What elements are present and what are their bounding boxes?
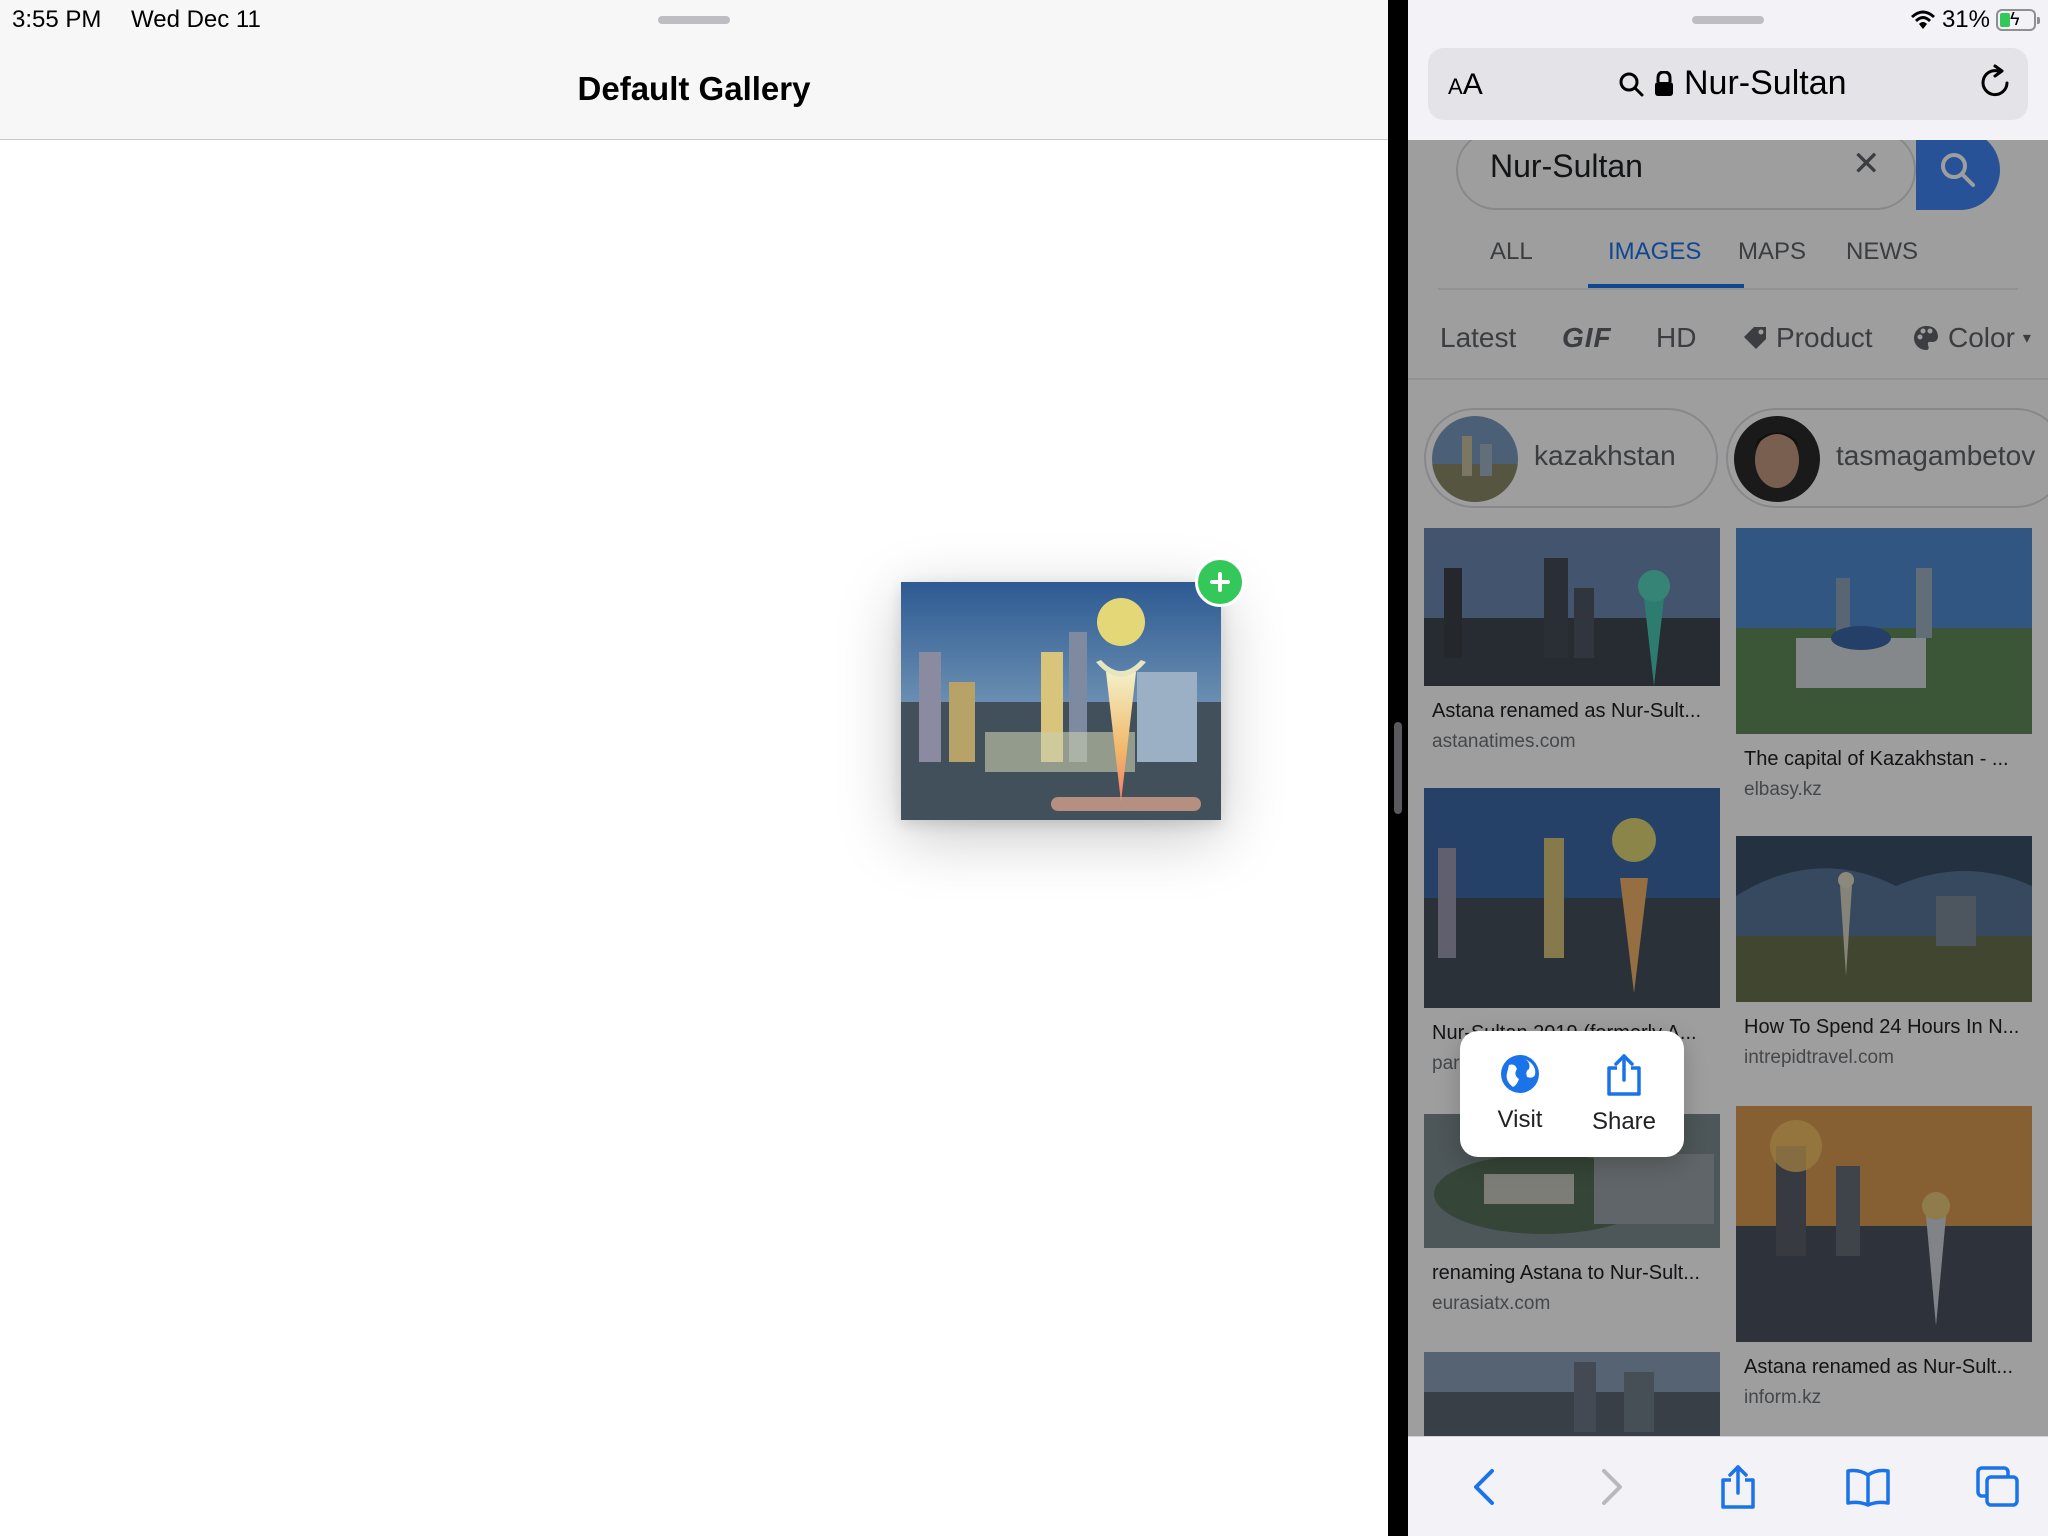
lock-icon — [1655, 70, 1673, 96]
context-popup: Visit Share — [1460, 1031, 1684, 1157]
safari-top-bar: 31% ϟ AA Nur-Sultan — [1408, 0, 2048, 140]
wifi-icon — [1910, 10, 1935, 29]
search-icon — [1619, 72, 1644, 96]
text-size-button[interactable]: AA — [1448, 68, 1483, 102]
share-button[interactable] — [1708, 1459, 1768, 1515]
bookmarks-button[interactable] — [1838, 1459, 1898, 1515]
visit-button[interactable]: Visit — [1472, 1053, 1568, 1134]
tabs-icon — [1976, 1466, 2019, 1507]
split-view-handle[interactable] — [1394, 722, 1402, 814]
dim-overlay — [1408, 140, 2048, 1436]
gallery-navbar: 3:55 PM Wed Dec 11 Default Gallery — [0, 0, 1388, 140]
url-display[interactable]: Nur-Sultan — [1618, 64, 1847, 103]
chevron-left-icon — [1474, 1469, 1494, 1505]
share-icon — [1607, 1054, 1641, 1096]
address-bar[interactable]: AA Nur-Sultan — [1428, 48, 2028, 120]
battery-percent: 31% — [1941, 6, 1990, 33]
chevron-right-icon — [1602, 1469, 1622, 1505]
tabs-button[interactable] — [1968, 1459, 2028, 1515]
share-icon — [1721, 1465, 1755, 1509]
page-title: Default Gallery — [577, 70, 811, 107]
reload-icon[interactable] — [1978, 64, 2012, 100]
visit-label: Visit — [1497, 1106, 1543, 1133]
share-popup-button[interactable]: Share — [1576, 1053, 1672, 1136]
status-date: Wed Dec 11 — [131, 6, 261, 33]
url-text: Nur-Sultan — [1684, 64, 1847, 102]
status-time: 3:55 PM — [12, 6, 102, 33]
dragged-image — [901, 582, 1221, 820]
battery-level — [2000, 13, 2010, 27]
globe-icon — [1501, 1055, 1539, 1093]
book-icon — [1846, 1468, 1890, 1507]
charging-icon: ϟ — [2010, 9, 2020, 29]
dragged-image-preview[interactable] — [901, 582, 1221, 820]
share-label: Share — [1591, 1108, 1657, 1135]
safari-toolbar — [1408, 1436, 2048, 1536]
status-indicators: 31% ϟ — [1910, 6, 2040, 34]
multitasking-grabber[interactable] — [1692, 16, 1764, 24]
safari-app: 31% ϟ AA Nur-Sultan Nur-Sultan ✕ ALL IMA… — [1408, 0, 2048, 1536]
forward-button[interactable] — [1582, 1459, 1642, 1515]
battery-icon: ϟ — [1996, 9, 2040, 31]
multitasking-grabber[interactable] — [658, 16, 730, 24]
back-button[interactable] — [1454, 1459, 1514, 1515]
add-badge-icon — [1195, 557, 1245, 607]
